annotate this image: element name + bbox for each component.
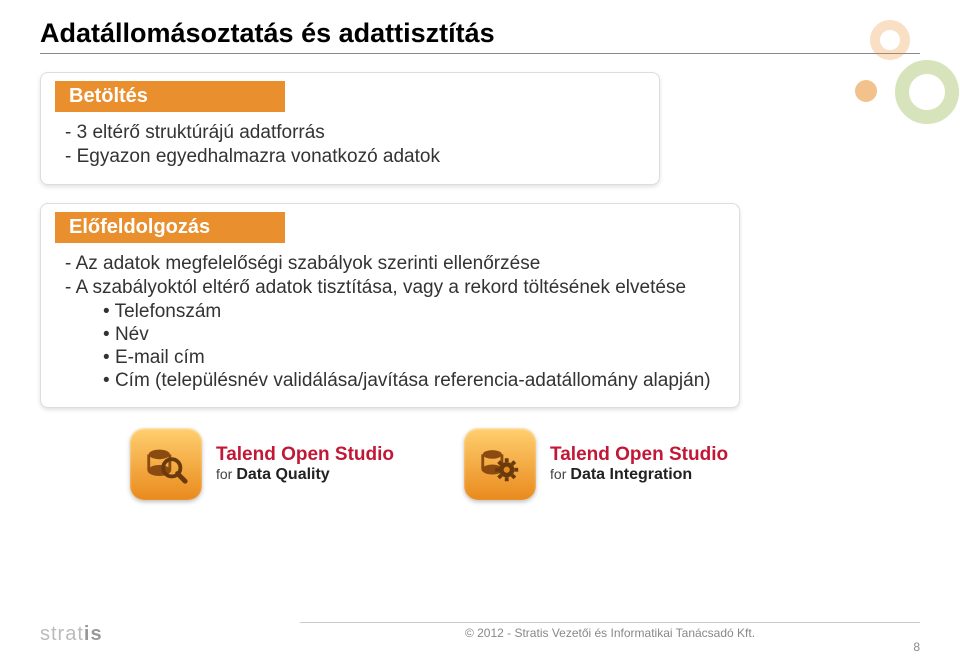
panel-header-preprocess: Előfeldolgozás — [55, 212, 285, 243]
magnify-db-icon — [130, 428, 202, 500]
panel-load-list: 3 eltérő struktúrájú adatforrás Egyazon … — [59, 122, 641, 168]
footer-copyright: © 2012 - Stratis Vezetői és Informatikai… — [300, 622, 920, 640]
product-text: Talend Open Studio forData Quality — [216, 444, 394, 484]
list-item: Az adatok megfelelőségi szabályok szerin… — [65, 253, 721, 275]
product-name: Data Integration — [570, 466, 692, 483]
list-item: 3 eltérő struktúrájú adatforrás — [65, 122, 641, 144]
title-rule — [40, 53, 920, 54]
product-for: for — [550, 466, 566, 482]
products-row: Talend Open Studio forData Quality — [130, 428, 920, 500]
slide: Adatállomásoztatás és adattisztítás Betö… — [0, 0, 960, 664]
product-title: Talend Open Studio — [216, 444, 394, 466]
panel-load: Betöltés 3 eltérő struktúrájú adatforrás… — [40, 72, 660, 185]
logo-part-a: strat — [40, 623, 84, 645]
panel-header-load: Betöltés — [55, 81, 285, 112]
page-number: 8 — [913, 640, 920, 654]
list-item: Név — [103, 324, 721, 346]
list-item: A szabályoktól eltérő adatok tisztítása,… — [65, 277, 721, 299]
panel-preprocess-list: Az adatok megfelelőségi szabályok szerin… — [59, 253, 721, 299]
gear-db-icon — [464, 428, 536, 500]
list-item: Telefonszám — [103, 301, 721, 323]
list-item: E-mail cím — [103, 347, 721, 369]
list-item: Egyazon egyedhalmazra vonatkozó adatok — [65, 146, 641, 168]
footer: stratis © 2012 - Stratis Vezetői és Info… — [0, 626, 960, 654]
panel-preprocess-sublist: Telefonszám Név E-mail cím Cím (települé… — [59, 301, 721, 392]
company-logo: stratis — [40, 623, 103, 646]
product-for: for — [216, 466, 232, 482]
panel-preprocess: Előfeldolgozás Az adatok megfelelőségi s… — [40, 203, 740, 408]
logo-part-b: is — [84, 623, 103, 645]
product-name: Data Quality — [236, 466, 329, 483]
list-item: Cím (településnév validálása/javítása re… — [103, 370, 721, 392]
slide-title: Adatállomásoztatás és adattisztítás — [40, 18, 920, 49]
product-data-quality: Talend Open Studio forData Quality — [130, 428, 394, 500]
product-data-integration: Talend Open Studio forData Integration — [464, 428, 728, 500]
product-title: Talend Open Studio — [550, 444, 728, 466]
product-text: Talend Open Studio forData Integration — [550, 444, 728, 484]
